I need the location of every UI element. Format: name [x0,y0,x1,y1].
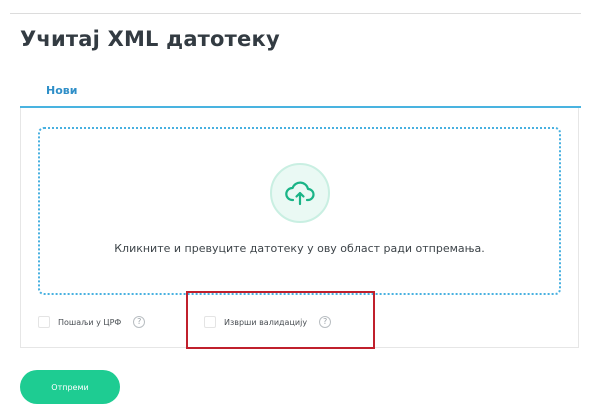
validate-highlight-frame [186,291,375,349]
send-to-crf-option: Пошаљи у ЦРФ ? [38,313,146,331]
send-to-crf-label: Пошаљи у ЦРФ [58,317,122,327]
file-dropzone[interactable]: Кликните и превуците датотеку у ову обла… [38,127,561,295]
page-title: Учитај XML датотеку [20,27,280,51]
top-divider [10,13,581,14]
upload-button[interactable]: Отпреми [20,370,120,404]
tab-bar: Нови [20,80,581,108]
dropzone-instructions: Кликните и превуците датотеку у ову обла… [114,242,485,255]
send-to-crf-checkbox[interactable] [38,316,50,328]
cloud-upload-icon [270,163,330,223]
tab-new[interactable]: Нови [46,84,77,97]
help-circle-icon[interactable]: ? [133,316,146,328]
